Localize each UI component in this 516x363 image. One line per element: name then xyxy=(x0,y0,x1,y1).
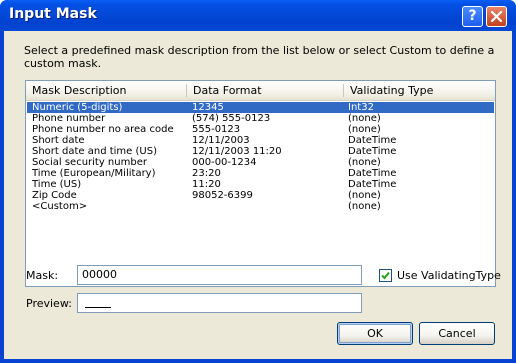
column-header-data-format[interactable]: Data Format xyxy=(187,81,343,100)
validating-type-cell: DateTime xyxy=(348,135,397,146)
data-format-cell: 12/11/2003 xyxy=(192,135,250,146)
dialog-title: Input Mask xyxy=(9,6,97,22)
list-item[interactable]: Short date 12/11/2003 DateTime xyxy=(27,135,494,146)
title-bar[interactable]: Input Mask ? xyxy=(0,0,516,31)
cancel-button[interactable]: Cancel xyxy=(419,322,495,345)
mask-label: Mask: xyxy=(26,269,59,282)
mask-description-cell: Phone number no area code xyxy=(32,124,174,135)
validating-type-cell: (none) xyxy=(348,201,381,212)
preview-placeholder xyxy=(85,307,111,308)
list-item[interactable]: Phone number no area code 555-0123 (none) xyxy=(27,124,494,135)
data-format-cell: 11:20 xyxy=(192,179,221,190)
data-format-cell: 23:20 xyxy=(192,168,221,179)
mask-description-cell: Short date and time (US) xyxy=(32,146,157,157)
mask-description-cell: Time (US) xyxy=(32,179,82,190)
mask-list[interactable]: Mask Description Data Format Validating … xyxy=(25,80,496,287)
mask-description-cell: Short date xyxy=(32,135,85,146)
data-format-cell: 12345 xyxy=(192,102,224,113)
validating-type-cell: DateTime xyxy=(348,146,397,157)
mask-description-cell: <Custom> xyxy=(32,201,88,212)
help-button[interactable]: ? xyxy=(462,6,483,27)
data-format-cell: 555-0123 xyxy=(192,124,241,135)
list-item[interactable]: Numeric (5-digits) 12345 Int32 xyxy=(27,102,494,113)
list-item[interactable]: Short date and time (US) 12/11/2003 11:20… xyxy=(27,146,494,157)
column-header-mask-description[interactable]: Mask Description xyxy=(26,81,186,100)
close-button[interactable] xyxy=(486,6,507,27)
ok-button[interactable]: OK xyxy=(337,322,413,345)
instructions-text: Select a predefined mask description fro… xyxy=(24,44,495,70)
close-icon xyxy=(491,11,502,22)
data-format-cell: 98052-6399 xyxy=(192,190,253,201)
input-mask-dialog: Input Mask ? Select a predefined mask de… xyxy=(0,0,516,363)
validating-type-cell: (none) xyxy=(348,124,381,135)
mask-input[interactable]: 00000 xyxy=(77,265,362,285)
use-validating-type-checkbox[interactable] xyxy=(379,269,392,282)
data-format-cell: (574) 555-0123 xyxy=(192,113,271,124)
mask-description-cell: Zip Code xyxy=(32,190,77,201)
list-item[interactable]: Zip Code 98052-6399 (none) xyxy=(27,190,494,201)
validating-type-cell: Int32 xyxy=(348,102,374,113)
validating-type-cell: (none) xyxy=(348,157,381,168)
checkmark-icon xyxy=(381,271,390,280)
dialog-body: Select a predefined mask description fro… xyxy=(4,31,512,359)
validating-type-cell: DateTime xyxy=(348,179,397,190)
mask-description-cell: Time (European/Military) xyxy=(32,168,156,179)
preview-label: Preview: xyxy=(26,297,72,310)
list-item[interactable]: Phone number (574) 555-0123 (none) xyxy=(27,113,494,124)
list-item[interactable]: Time (US) 11:20 DateTime xyxy=(27,179,494,190)
column-header-validating-type[interactable]: Validating Type xyxy=(344,81,494,100)
mask-description-cell: Social security number xyxy=(32,157,147,168)
validating-type-cell: (none) xyxy=(348,190,381,201)
validating-type-cell: DateTime xyxy=(348,168,397,179)
data-format-cell: 000-00-1234 xyxy=(192,157,257,168)
use-validating-type-label[interactable]: Use ValidatingType xyxy=(397,269,501,282)
validating-type-cell: (none) xyxy=(348,113,381,124)
list-item[interactable]: Social security number 000-00-1234 (none) xyxy=(27,157,494,168)
list-item[interactable]: Time (European/Military) 23:20 DateTime xyxy=(27,168,494,179)
list-header: Mask Description Data Format Validating … xyxy=(26,81,495,101)
list-item[interactable]: <Custom> (none) xyxy=(27,201,494,212)
data-format-cell: 12/11/2003 11:20 xyxy=(192,146,282,157)
help-icon: ? xyxy=(468,8,477,24)
mask-description-cell: Phone number xyxy=(32,113,106,124)
mask-description-cell: Numeric (5-digits) xyxy=(32,102,123,113)
preview-field xyxy=(77,293,362,313)
